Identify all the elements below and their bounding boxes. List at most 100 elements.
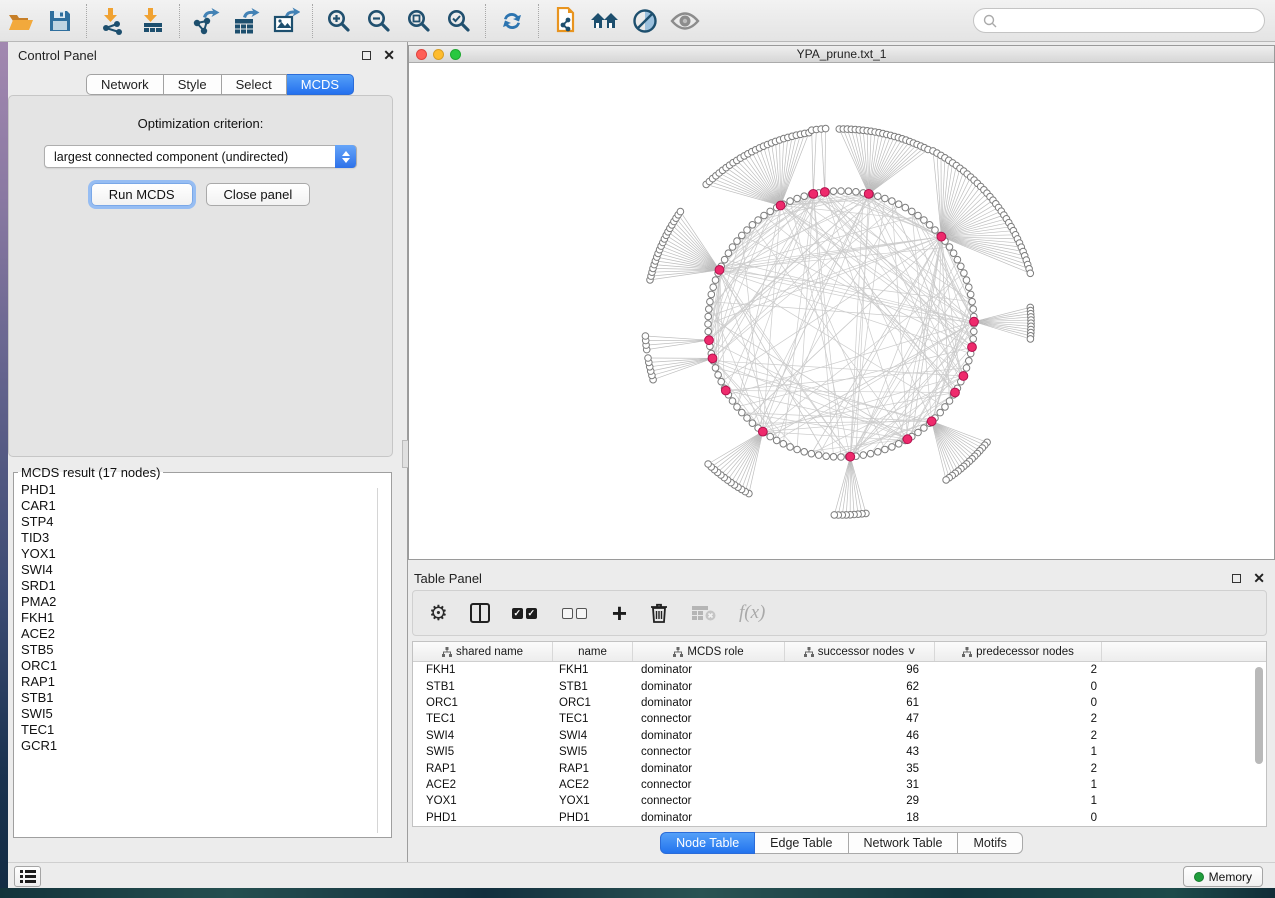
toolbar-separator (179, 4, 180, 38)
main-toolbar (0, 0, 1275, 42)
node-table-header: shared namenameMCDS rolesuccessor nodes∨… (413, 642, 1266, 662)
import-table-icon[interactable] (136, 6, 170, 36)
cell-successor_nodes: 61 (785, 697, 935, 709)
table-row[interactable]: RAP1RAP1dominator352 (413, 760, 1266, 776)
table-row[interactable]: TEC1TEC1connector472 (413, 711, 1266, 727)
cell-shared_name: SWI4 (413, 730, 553, 742)
column-header-name[interactable]: name (553, 642, 633, 661)
toolbar-separator (538, 4, 539, 38)
table-row[interactable]: FKH1FKH1dominator962 (413, 662, 1266, 678)
delete-column-icon[interactable] (649, 598, 669, 628)
close-panel-button[interactable]: Close panel (206, 183, 311, 206)
column-header-MCDS-role[interactable]: MCDS role (633, 642, 785, 661)
run-mcds-button[interactable]: Run MCDS (91, 183, 193, 206)
table-row[interactable]: ORC1ORC1dominator610 (413, 695, 1266, 711)
close-panel-icon[interactable]: ✕ (383, 48, 395, 62)
close-table-panel-icon[interactable]: ✕ (1253, 571, 1265, 585)
table-row[interactable]: STB1STB1dominator620 (413, 678, 1266, 694)
mcds-result-item[interactable]: ORC1 (21, 658, 391, 674)
cell-successor_nodes: 18 (785, 812, 935, 824)
tab-edge-table[interactable]: Edge Table (755, 832, 848, 854)
refresh-icon[interactable] (495, 6, 529, 36)
float-panel-icon[interactable] (362, 51, 371, 60)
export-table-icon[interactable] (229, 6, 263, 36)
cell-mcds_role: dominator (633, 664, 785, 676)
cell-predecessor_nodes: 2 (935, 763, 1102, 775)
column-header-shared-name[interactable]: shared name (413, 642, 553, 661)
show-all-icon[interactable] (668, 6, 702, 36)
mcds-result-list[interactable]: PHD1CAR1STP4TID3YOX1SWI4SRD1PMA2FKH1ACE2… (14, 480, 391, 754)
tab-mcds[interactable]: MCDS (287, 74, 354, 95)
mcds-result-item[interactable]: PHD1 (21, 482, 391, 498)
mcds-result-item[interactable]: YOX1 (21, 546, 391, 562)
network-from-selection-icon[interactable] (548, 6, 582, 36)
table-row[interactable]: PHD1PHD1dominator180 (413, 810, 1266, 826)
table-row[interactable]: ACE2ACE2connector311 (413, 777, 1266, 793)
import-network-icon[interactable] (96, 6, 130, 36)
memory-button[interactable]: Memory (1183, 866, 1263, 887)
add-column-icon[interactable]: + (612, 598, 627, 628)
mcds-result-item[interactable]: STB5 (21, 642, 391, 658)
table-panel-tabs: Node TableEdge TableNetwork TableMotifs (408, 832, 1275, 854)
tab-network-table[interactable]: Network Table (849, 832, 959, 854)
mcds-result-item[interactable]: STP4 (21, 514, 391, 530)
select-all-icon[interactable]: ✓✓ (512, 598, 540, 628)
network-graph-canvas[interactable] (409, 63, 1274, 559)
hide-selected-icon[interactable] (628, 6, 662, 36)
search-icon (983, 14, 997, 28)
column-header-successor-nodes[interactable]: successor nodes∨ (785, 642, 935, 661)
save-session-icon[interactable] (43, 6, 77, 36)
column-header-predecessor-nodes[interactable]: predecessor nodes (935, 642, 1102, 661)
search-input[interactable] (997, 11, 1264, 31)
zoom-fit-icon[interactable] (402, 6, 436, 36)
mcds-result-item[interactable]: SRD1 (21, 578, 391, 594)
cell-mcds_role: dominator (633, 681, 785, 693)
memory-label: Memory (1209, 870, 1252, 884)
open-session-icon[interactable] (3, 6, 37, 36)
mcds-list-scrollbar[interactable] (377, 488, 378, 833)
network-window-titlebar[interactable]: YPA_prune.txt_1 (409, 46, 1274, 63)
sort-chevron-icon[interactable]: ∨ (907, 646, 917, 657)
tab-select[interactable]: Select (222, 74, 287, 95)
optimization-criterion-select[interactable]: largest connected component (undirected) (44, 145, 357, 168)
mcds-result-item[interactable]: STB1 (21, 690, 391, 706)
toolbar-separator (485, 4, 486, 38)
cell-predecessor_nodes: 0 (935, 812, 1102, 824)
first-neighbors-icon[interactable] (588, 6, 622, 36)
table-scrollbar[interactable] (1255, 667, 1263, 764)
optimization-criterion-label: Optimization criterion: (9, 116, 392, 131)
tab-motifs[interactable]: Motifs (958, 832, 1022, 854)
mcds-result-item[interactable]: TID3 (21, 530, 391, 546)
export-network-icon[interactable] (189, 6, 223, 36)
unselect-all-icon[interactable] (562, 598, 590, 628)
mcds-result-item[interactable]: ACE2 (21, 626, 391, 642)
tab-network[interactable]: Network (86, 74, 164, 95)
table-row[interactable]: SWI5SWI5connector431 (413, 744, 1266, 760)
task-history-button[interactable] (14, 866, 41, 887)
zoom-selected-icon[interactable] (442, 6, 476, 36)
zoom-in-icon[interactable] (322, 6, 356, 36)
cell-mcds_role: connector (633, 713, 785, 725)
tab-node-table[interactable]: Node Table (660, 832, 755, 854)
mcds-result-item[interactable]: PMA2 (21, 594, 391, 610)
cell-name: TEC1 (553, 713, 633, 725)
search-field[interactable] (973, 8, 1265, 33)
cell-predecessor_nodes: 1 (935, 795, 1102, 807)
float-table-panel-icon[interactable] (1232, 574, 1241, 583)
tab-style[interactable]: Style (164, 74, 222, 95)
mcds-result-item[interactable]: SWI4 (21, 562, 391, 578)
show-columns-icon[interactable] (470, 598, 490, 628)
export-image-icon[interactable] (269, 6, 303, 36)
cell-successor_nodes: 96 (785, 664, 935, 676)
mcds-result-item[interactable]: SWI5 (21, 706, 391, 722)
table-row[interactable]: SWI4SWI4dominator462 (413, 728, 1266, 744)
zoom-out-icon[interactable] (362, 6, 396, 36)
mcds-result-item[interactable]: GCR1 (21, 738, 391, 754)
mcds-result-item[interactable]: CAR1 (21, 498, 391, 514)
settings-gear-icon[interactable]: ⚙ (429, 598, 448, 628)
cell-predecessor_nodes: 1 (935, 779, 1102, 791)
mcds-result-item[interactable]: FKH1 (21, 610, 391, 626)
mcds-result-item[interactable]: TEC1 (21, 722, 391, 738)
mcds-result-item[interactable]: RAP1 (21, 674, 391, 690)
table-row[interactable]: YOX1YOX1connector291 (413, 793, 1266, 809)
